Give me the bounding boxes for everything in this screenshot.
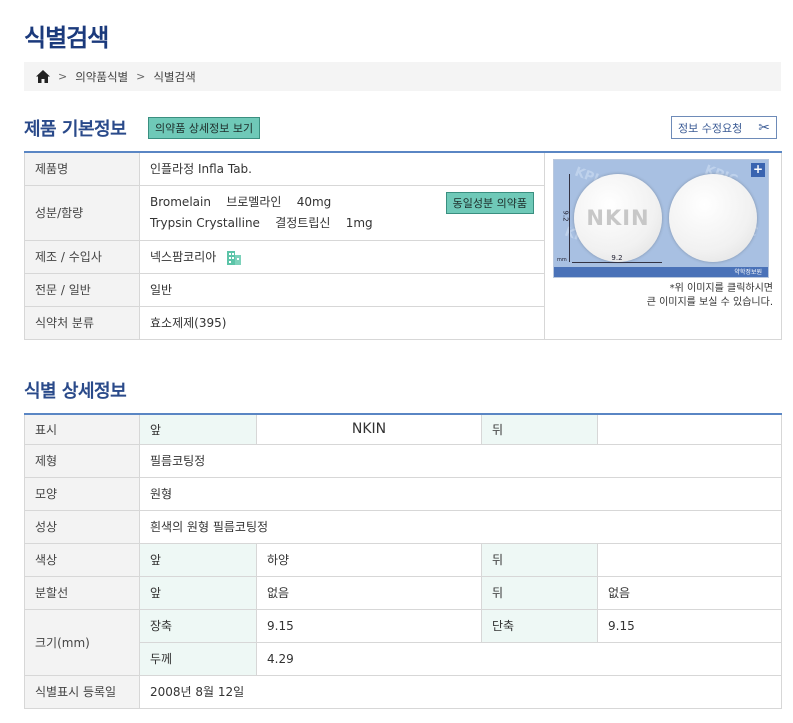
maker-name: 넥스팜코리아 (150, 250, 217, 264)
enlarge-plus-icon[interactable]: + (751, 163, 765, 177)
back-label: 뒤 (481, 413, 598, 445)
chevron-right-icon: > (136, 70, 146, 83)
pill-imprint: NKIN (586, 206, 650, 230)
unit-label: mm (557, 257, 567, 263)
maker-value: 넥스팜코리아 (139, 239, 545, 274)
category-value: 효소제제(395) (139, 305, 545, 340)
size-label: 크기(mm) (24, 608, 140, 676)
shape-value: 원형 (139, 476, 782, 511)
back-label: 뒤 (481, 575, 598, 610)
front-label: 앞 (139, 413, 257, 445)
section-title-ident: 식별 상세정보 (24, 381, 127, 402)
ingredient-value: 동일성분 의약품 Bromelain 브로멜라인 40mg Trypsin Cr… (139, 184, 545, 241)
score-back-value: 없음 (597, 575, 782, 610)
pill-front: NKIN (574, 174, 662, 262)
breadcrumb-item-identify[interactable]: 의약품식별 (75, 69, 128, 85)
ingredient-line: Trypsin Crystalline 결정트립신 1mg (150, 215, 373, 230)
front-label: 앞 (139, 542, 257, 577)
breadcrumb-item-search[interactable]: 식별검색 (153, 69, 195, 85)
register-date-label: 식별표시 등록일 (24, 674, 140, 709)
height-dimension: 9.2 (562, 174, 570, 262)
pill-photo[interactable]: KPIC KPIC KPIC KPIC 9.2 NKIN mm 9.2 + 약학… (553, 159, 769, 278)
edit-request-button[interactable]: 정보 수정요청 ✂ (671, 116, 777, 139)
display-back-value (597, 413, 782, 445)
color-back-value (597, 542, 782, 577)
color-front-value: 하양 (256, 542, 482, 577)
short-axis-value: 9.15 (597, 608, 782, 643)
product-name-value: 인플라정 Infla Tab. (139, 151, 545, 186)
property-label: 성상 (24, 509, 140, 544)
front-label: 앞 (139, 575, 257, 610)
property-value: 흰색의 원형 필름코팅정 (139, 509, 782, 544)
shape-label: 모양 (24, 476, 140, 511)
form-value: 필름코팅정 (139, 443, 782, 478)
product-name-label: 제품명 (24, 151, 140, 186)
pill-back (669, 174, 757, 262)
display-front-value: NKIN (256, 413, 482, 445)
score-front-value: 없음 (256, 575, 482, 610)
ident-detail-table: 표시 앞 NKIN 뒤 제형 필름코팅정 모양 원형 성상 흰색의 원형 필름코… (24, 413, 782, 709)
rx-type-label: 전문 / 일반 (24, 272, 140, 307)
short-axis-label: 단축 (481, 608, 598, 643)
photo-note: *위 이미지를 클릭하시면 큰 이미지를 보실 수 있습니다. (646, 283, 773, 308)
thickness-value: 4.29 (256, 641, 782, 676)
photo-footer-bar: 약학정보원 (554, 267, 768, 277)
breadcrumb: > 의약품식별 > 식별검색 (24, 62, 781, 91)
thickness-label: 두께 (139, 641, 257, 676)
rx-type-value: 일반 (139, 272, 545, 307)
long-axis-value: 9.15 (256, 608, 482, 643)
scissors-icon: ✂ (758, 119, 770, 136)
form-label: 제형 (24, 443, 140, 478)
score-label: 분할선 (24, 575, 140, 610)
building-icon[interactable] (226, 250, 242, 265)
color-label: 색상 (24, 542, 140, 577)
maker-label: 제조 / 수입사 (24, 239, 140, 274)
width-dimension: 9.2 (572, 253, 662, 263)
pill-image-cell: KPIC KPIC KPIC KPIC 9.2 NKIN mm 9.2 + 약학… (544, 151, 782, 340)
long-axis-label: 장축 (139, 608, 257, 643)
basic-info-table: 제품명 인플라정 Infla Tab. KPIC KPIC KPIC KPIC … (24, 151, 782, 340)
home-icon[interactable] (36, 70, 50, 83)
chevron-right-icon: > (58, 70, 68, 83)
ingredient-label: 성분/함량 (24, 184, 140, 241)
drug-detail-button[interactable]: 의약품 상세정보 보기 (148, 117, 261, 139)
display-label: 표시 (24, 413, 140, 445)
same-ingredient-button[interactable]: 동일성분 의약품 (445, 191, 534, 214)
register-date-value: 2008년 8월 12일 (139, 674, 782, 709)
section-title-basic: 제품 기본정보 (24, 119, 127, 140)
page-title: 식별검색 (24, 24, 109, 52)
back-label: 뒤 (481, 542, 598, 577)
edit-request-label: 정보 수정요청 (678, 121, 743, 135)
category-label: 식약처 분류 (24, 305, 140, 340)
